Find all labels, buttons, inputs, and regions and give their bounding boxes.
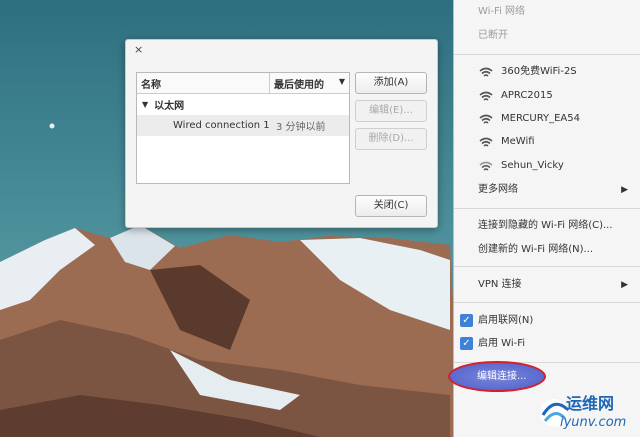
- table-header: 名称 最后使用的 ▼: [137, 73, 349, 94]
- wifi-signal-icon: [479, 137, 493, 147]
- wifi-signal-icon: [479, 114, 493, 124]
- wifi-network-item[interactable]: MeWifi: [454, 131, 640, 153]
- network-connections-dialog: × 名称 最后使用的 ▼ ▼ 以太网 Wired connection 1 3 …: [125, 39, 438, 228]
- wifi-signal-icon: [479, 67, 493, 77]
- edit-button[interactable]: 编辑(E)...: [355, 100, 427, 122]
- watermark-url: iyunv.com: [560, 415, 627, 430]
- wifi-network-name: MeWifi: [501, 136, 535, 147]
- checkbox-checked-icon[interactable]: ✓: [460, 337, 473, 350]
- enable-networking-label: 启用联网(N): [478, 315, 534, 326]
- connections-table: 名称 最后使用的 ▼ ▼ 以太网 Wired connection 1 3 分钟…: [136, 72, 350, 184]
- more-networks-item[interactable]: 更多网络 ▶: [454, 179, 640, 201]
- wifi-status: 已断开: [478, 30, 508, 41]
- wifi-signal-icon: [479, 161, 493, 171]
- wifi-network-item[interactable]: 360免费WiFi-2S: [454, 61, 640, 83]
- expand-triangle-icon[interactable]: ▼: [142, 100, 148, 109]
- wifi-network-name: Sehun_Vicky: [501, 160, 564, 171]
- column-header-name[interactable]: 名称: [137, 73, 270, 93]
- wifi-network-item[interactable]: APRC2015: [454, 85, 640, 107]
- menu-separator: [454, 302, 640, 303]
- create-wifi-network-item[interactable]: 创建新的 Wi-Fi 网络(N)...: [454, 239, 640, 261]
- wifi-signal-icon: [479, 91, 493, 101]
- add-button[interactable]: 添加(A): [355, 72, 427, 94]
- wifi-network-name: APRC2015: [501, 90, 553, 101]
- wifi-network-name: 360免费WiFi-2S: [501, 66, 577, 77]
- connect-hidden-network-item[interactable]: 连接到隐藏的 Wi-Fi 网络(C)...: [454, 215, 640, 237]
- watermark-text: 运维网: [566, 394, 615, 413]
- column-header-last-used[interactable]: 最后使用的 ▼: [270, 73, 349, 93]
- chevron-right-icon: ▶: [621, 185, 628, 195]
- vpn-connections-item[interactable]: VPN 连接 ▶: [454, 274, 640, 296]
- delete-button[interactable]: 删除(D)...: [355, 128, 427, 150]
- group-ethernet-label: 以太网: [154, 101, 185, 112]
- wifi-networks-header: Wi-Fi 网络: [478, 6, 526, 17]
- chevron-right-icon: ▶: [621, 280, 628, 290]
- menu-separator: [454, 266, 640, 267]
- enable-wifi-item[interactable]: ✓ 启用 Wi-Fi: [454, 333, 640, 355]
- connection-last-used: 3 分钟以前: [276, 122, 326, 133]
- group-ethernet[interactable]: ▼ 以太网: [137, 94, 349, 115]
- menu-separator: [454, 54, 640, 55]
- enable-networking-item[interactable]: ✓ 启用联网(N): [454, 310, 640, 332]
- wifi-network-item[interactable]: MERCURY_EA54: [454, 108, 640, 130]
- wifi-network-item[interactable]: Sehun_Vicky: [454, 155, 640, 177]
- vpn-connections-label: VPN 连接: [478, 279, 522, 290]
- enable-wifi-label: 启用 Wi-Fi: [478, 338, 526, 349]
- close-icon[interactable]: ×: [134, 43, 143, 56]
- sort-down-icon: ▼: [338, 77, 345, 86]
- checkbox-checked-icon[interactable]: ✓: [460, 314, 473, 327]
- table-row[interactable]: Wired connection 1 3 分钟以前: [137, 115, 349, 136]
- column-header-last-used-label: 最后使用的: [274, 80, 324, 91]
- close-button[interactable]: 关闭(C): [355, 195, 427, 217]
- wifi-network-name: MERCURY_EA54: [501, 113, 580, 124]
- more-networks-label: 更多网络: [478, 184, 518, 195]
- menu-separator: [454, 208, 640, 209]
- connection-name: Wired connection 1: [173, 120, 270, 131]
- edit-connections-item[interactable]: 编辑连接...: [477, 367, 527, 387]
